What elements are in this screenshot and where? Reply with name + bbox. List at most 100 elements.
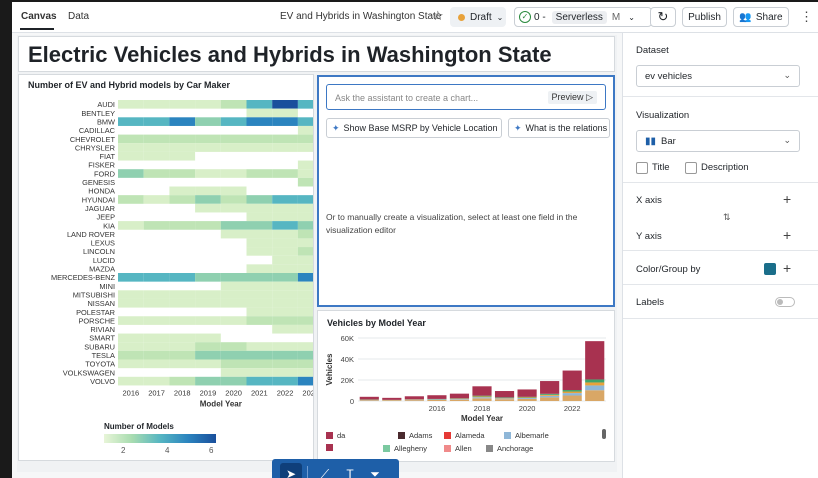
heatmap-cell[interactable] <box>246 342 273 351</box>
heatmap-cell[interactable] <box>246 247 273 256</box>
color-swatch[interactable] <box>764 263 776 275</box>
bar-segment[interactable] <box>585 341 605 380</box>
heatmap-cell[interactable] <box>143 376 170 386</box>
heatmap-cell[interactable] <box>272 376 298 386</box>
vehicles-chart-widget[interactable]: Vehicles by Model Year 0 20K 40K 60K 2016 201… <box>317 310 615 462</box>
heatmap-cell[interactable] <box>272 229 298 239</box>
heatmap-cell[interactable] <box>118 376 144 386</box>
labels-toggle[interactable] <box>775 297 795 307</box>
heatmap-cell[interactable] <box>297 307 313 317</box>
bar-segment[interactable] <box>494 399 515 401</box>
heatmap-cell[interactable] <box>143 134 170 144</box>
heatmap-cell[interactable] <box>169 186 196 196</box>
heatmap-cell[interactable] <box>246 195 273 204</box>
heatmap-cell[interactable] <box>195 221 221 230</box>
bar-segment[interactable] <box>585 390 605 401</box>
heatmap-cell[interactable] <box>195 316 221 325</box>
heatmap-cell[interactable] <box>246 100 273 109</box>
heatmap-cell[interactable] <box>272 221 298 230</box>
heatmap-cell[interactable] <box>297 368 313 377</box>
heatmap-cell[interactable] <box>220 290 247 299</box>
heatmap-cell[interactable] <box>195 273 221 282</box>
heatmap-cell[interactable] <box>169 134 196 144</box>
heatmap-cell[interactable] <box>195 134 221 144</box>
heatmap-cell[interactable] <box>246 307 273 317</box>
bar-segment[interactable] <box>472 386 492 396</box>
heatmap-cell[interactable] <box>143 298 170 308</box>
add-filter-icon[interactable]: ⏷ <box>364 463 386 478</box>
heatmap-cell[interactable] <box>272 100 298 109</box>
assistant-input[interactable] <box>333 89 527 107</box>
heatmap-cell[interactable] <box>118 134 144 144</box>
heatmap-cell[interactable] <box>143 273 170 282</box>
bar-segment[interactable] <box>585 385 605 391</box>
heatmap-cell[interactable] <box>272 281 298 291</box>
heatmap-cell[interactable] <box>143 195 170 204</box>
heatmap-cell[interactable] <box>169 290 196 299</box>
heatmap-cell[interactable] <box>220 134 247 144</box>
heatmap-cell[interactable] <box>118 195 144 204</box>
heatmap-cell[interactable] <box>246 108 273 118</box>
heatmap-cell[interactable] <box>220 281 247 291</box>
heatmap-cell[interactable] <box>169 342 196 351</box>
heatmap-cell[interactable] <box>195 117 221 126</box>
heatmap-cell[interactable] <box>220 221 247 230</box>
heatmap-cell[interactable] <box>118 359 144 369</box>
heatmap-cell[interactable] <box>297 324 313 334</box>
heatmap-cell[interactable] <box>143 100 170 109</box>
heatmap-cell[interactable] <box>246 281 273 291</box>
heatmap-cell[interactable] <box>297 350 313 360</box>
heatmap-cell[interactable] <box>220 376 247 386</box>
heatmap-cell[interactable] <box>169 100 196 109</box>
heatmap-cell[interactable] <box>272 169 298 178</box>
heatmap-cell[interactable] <box>169 273 196 282</box>
heatmap-cell[interactable] <box>195 290 221 299</box>
heatmap-cell[interactable] <box>195 195 221 204</box>
heatmap-cell[interactable] <box>143 143 170 152</box>
heatmap-cell[interactable] <box>169 195 196 204</box>
heatmap-cell[interactable] <box>246 298 273 308</box>
heatmap-cell[interactable] <box>195 143 221 152</box>
bar-segment[interactable] <box>540 397 560 401</box>
heatmap-cell[interactable] <box>297 203 313 213</box>
bar-segment[interactable] <box>449 399 470 400</box>
heatmap-cell[interactable] <box>272 273 298 282</box>
heatmap-cell[interactable] <box>297 273 313 282</box>
heatmap-cell[interactable] <box>169 376 196 386</box>
bar-segment[interactable] <box>540 394 560 396</box>
bar-segment[interactable] <box>427 399 447 401</box>
legend-item[interactable]: Albemarle <box>504 431 549 440</box>
heatmap-cell[interactable] <box>118 350 144 360</box>
compute-selector[interactable]: ✓ 0 - Serverless M ⌄ <box>514 7 652 27</box>
bar-segment[interactable] <box>517 389 537 397</box>
heatmap-cell[interactable] <box>246 203 273 213</box>
heatmap-cell[interactable] <box>118 333 144 343</box>
heatmap-cell[interactable] <box>220 298 247 308</box>
heatmap-cell[interactable] <box>195 169 221 178</box>
bar-segment[interactable] <box>472 396 492 398</box>
heatmap-cell[interactable] <box>118 151 144 161</box>
refresh-button[interactable]: ↻ <box>650 7 676 27</box>
bar-segment[interactable] <box>494 398 515 400</box>
heatmap-cell[interactable] <box>272 212 298 222</box>
heatmap-cell[interactable] <box>220 342 247 351</box>
suggestion-chip[interactable]: ✦ Show Base MSRP by Vehicle Location <box>326 118 502 138</box>
heatmap-cell[interactable] <box>246 221 273 230</box>
tab-canvas[interactable]: Canvas <box>21 11 57 22</box>
heatmap-cell[interactable] <box>297 229 313 239</box>
heatmap-cell[interactable] <box>195 350 221 360</box>
bar-segment[interactable] <box>540 393 560 395</box>
suggestion-chip[interactable]: ✦ What is the relations <box>508 118 610 138</box>
heatmap-cell[interactable] <box>297 359 313 369</box>
heatmap-cell[interactable] <box>118 298 144 308</box>
heatmap-cell[interactable] <box>118 143 144 152</box>
heatmap-cell[interactable] <box>297 177 313 187</box>
kebab-menu-icon[interactable]: ⋮ <box>800 9 813 25</box>
heatmap-cell[interactable] <box>272 290 298 299</box>
bar-segment[interactable] <box>562 393 582 396</box>
heatmap-cell[interactable] <box>246 376 273 386</box>
add-text-icon[interactable]: T <box>339 463 361 478</box>
legend-item[interactable]: Anchorage <box>486 444 533 453</box>
bar-segment[interactable] <box>472 398 492 401</box>
legend-item[interactable]: Allen <box>444 444 472 453</box>
